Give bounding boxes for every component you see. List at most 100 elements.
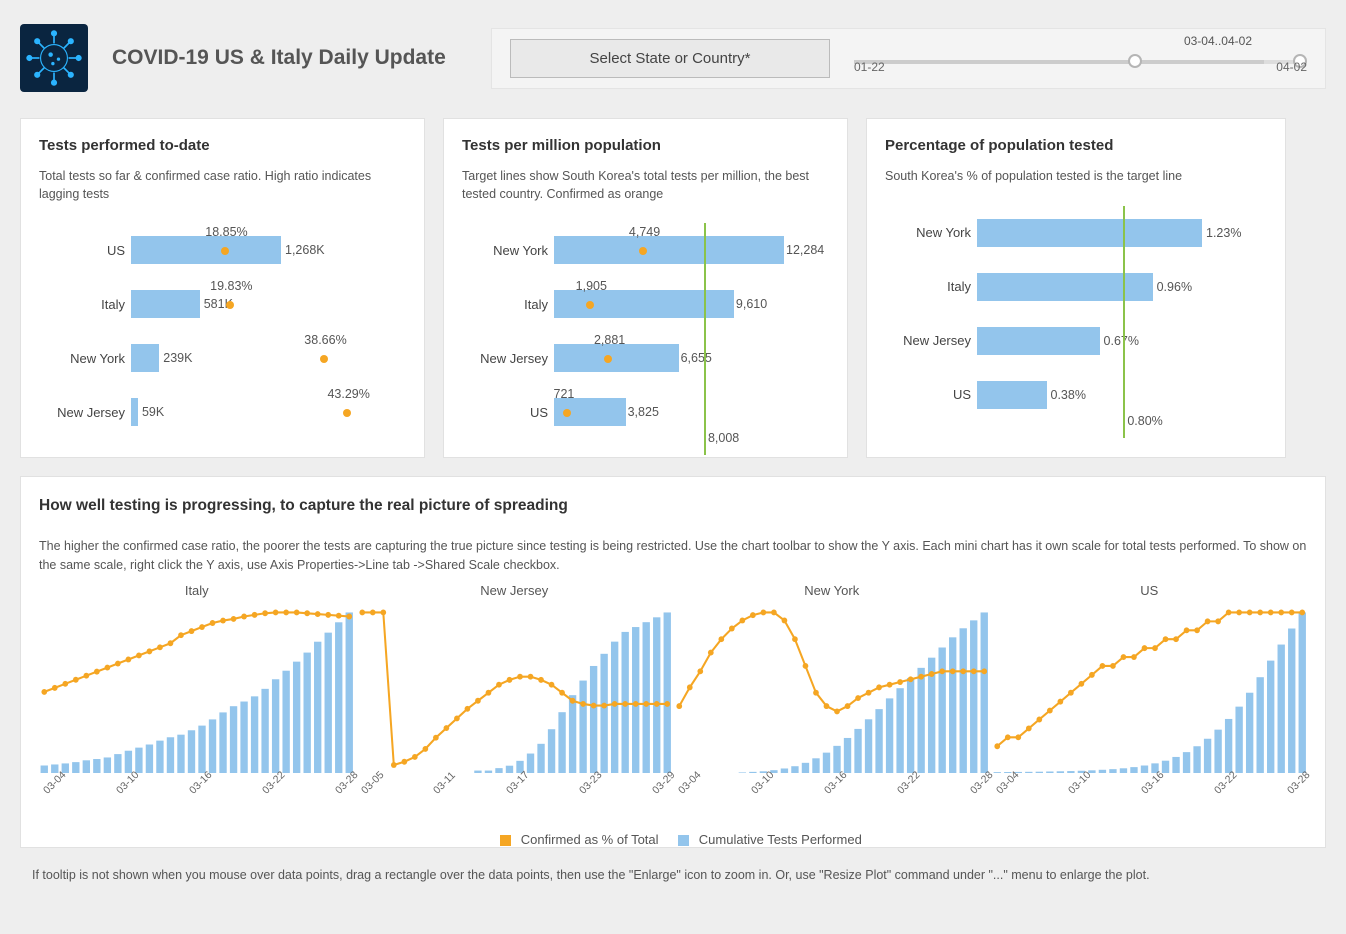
mini-title: Italy [39,583,355,598]
tick-label: 03-28 [1285,773,1308,796]
card-tests-to-date: Tests performed to-date Total tests so f… [20,118,425,458]
ratio-value: 19.83% [210,279,252,293]
bar-label: New York [39,351,131,366]
bar-chart-tests-to-date[interactable]: US 1,268K 18.85% Italy 581K 19.83% New Y… [39,223,406,439]
bar-row: New York 239K 38.66% [39,331,406,385]
small-multiples[interactable]: Italy 03-0403-1003-1603-2203-28New Jerse… [39,583,1307,800]
bar-value: 1,268K [285,243,325,257]
card-title: Tests per million population [462,137,829,154]
mini-panel: New York 03-0403-1003-1603-2203-28 [674,583,990,800]
card-title: Percentage of population tested [885,137,1267,154]
ratio-dot [343,409,351,417]
select-state-button[interactable]: Select State or Country* [510,39,830,78]
bar-value: 0.38% [1051,388,1086,402]
tick-label: 03-22 [260,773,283,796]
ratio-value: 18.85% [205,225,247,239]
bar-value: 6,655 [681,351,712,365]
mini-panel: New Jersey 03-0503-1103-1703-2303-29 [357,583,673,800]
tick-label: 03-11 [431,773,454,796]
tick-label: 03-16 [822,773,845,796]
confirmed-dot [639,247,647,255]
ratio-value: 43.29% [327,387,369,401]
card-sub: South Korea's % of population tested is … [885,168,1267,186]
bar-label: Italy [39,297,131,312]
mini-plot[interactable] [357,604,673,774]
bar-label: Italy [885,279,977,294]
bar-row: New York 1.23% [885,206,1267,260]
tick-label: 03-04 [676,773,699,796]
mini-title: New York [674,583,990,598]
mini-title: US [992,583,1308,598]
header-controls: Select State or Country* 03-04..04-02 01… [491,28,1326,89]
target-value: 0.80% [1127,414,1162,428]
tick-label: 03-17 [504,773,527,796]
bar-value: 59K [142,405,164,419]
ratio-dot [320,355,328,363]
card-sub: Total tests so far & confirmed case rati… [39,168,406,203]
bar-value: 12,284 [786,243,824,257]
tick-label: 03-22 [1212,773,1235,796]
tick-label: 03-28 [968,773,991,796]
bar-chart-tests-per-million[interactable]: New York 12,284 4,749 Italy 9,610 1,905 … [462,223,829,439]
bar-row: New Jersey 0.67% [885,314,1267,368]
confirmed-value: 4,749 [629,225,660,239]
bar-row: US 1,268K 18.85% [39,223,406,277]
tick-label: 03-10 [749,773,772,796]
legend-swatch-tests [678,835,689,846]
legend-swatch-confirmed [500,835,511,846]
bar-value: 0.96% [1157,280,1192,294]
bar-row: Italy 0.96% [885,260,1267,314]
page-title: COVID-19 US & Italy Daily Update [112,46,446,70]
confirmed-dot [586,301,594,309]
card-title: Tests performed to-date [39,137,406,154]
tick-label: 03-23 [577,773,600,796]
mini-plot[interactable] [39,604,355,774]
bar-value: 9,610 [736,297,767,311]
tick-label: 03-10 [114,773,137,796]
tick-label: 03-04 [994,773,1017,796]
date-range-slider[interactable]: 03-04..04-02 01-22 04-02 [854,44,1307,72]
target-line [704,223,706,455]
card-title: How well testing is progressing, to capt… [39,497,1307,515]
ratio-value: 38.66% [304,333,346,347]
tick-label: 03-10 [1066,773,1089,796]
bar-row: US 0.38% [885,368,1267,422]
bar-value: 0.67% [1104,334,1139,348]
card-pct-tested: Percentage of population tested South Ko… [866,118,1286,458]
bar-chart-pct-tested[interactable]: New York 1.23% Italy 0.96% New Jersey 0.… [885,206,1267,422]
mini-panel: US 03-04 03-10 03-16 03-22 03-28 [992,583,1308,800]
confirmed-value: 1,905 [576,279,607,293]
bar-row: New Jersey 59K 43.29% [39,385,406,439]
tick-label: 03-04 [41,773,64,796]
card-sub: The higher the confirmed case ratio, the… [39,537,1307,575]
mini-ticks: 03-0403-1003-1603-2203-28 [39,774,355,800]
tick-label: 03-16 [1139,773,1162,796]
card-sub: Target lines show South Korea's total te… [462,168,829,203]
legend-label-tests: Cumulative Tests Performed [699,832,862,847]
bar-label: New Jersey [39,405,131,420]
card-tests-per-million: Tests per million population Target line… [443,118,848,458]
bar-value: 3,825 [628,405,659,419]
target-line [1123,206,1125,438]
mini-plot[interactable] [992,604,1308,774]
mini-plot[interactable] [674,604,990,774]
card-testing-progress: How well testing is progressing, to capt… [20,476,1326,848]
bar-label: New York [885,225,977,240]
tick-label: 03-05 [359,773,382,796]
mini-ticks: 03-0403-1003-1603-2203-28 [674,774,990,800]
mini-panel: Italy 03-0403-1003-1603-2203-28 [39,583,355,800]
bar-label: New York [462,243,554,258]
legend: Confirmed as % of Total Cumulative Tests… [39,832,1307,847]
bar-label: US [39,243,131,258]
mini-ticks: 03-04 03-10 03-16 03-22 03-28 [992,774,1308,800]
tick-label: 03-29 [650,773,673,796]
mini-ticks: 03-05 03-11 03-17 03-23 03-29 [357,774,673,800]
target-value: 8,008 [708,431,739,445]
confirmed-dot [604,355,612,363]
bar-label: New Jersey [462,351,554,366]
slider-handle-start[interactable] [1128,54,1142,68]
tick-label: 03-28 [333,773,356,796]
bar-row: US 3,825 721 [462,385,829,439]
virus-icon [20,24,88,92]
bar-label: US [462,405,554,420]
